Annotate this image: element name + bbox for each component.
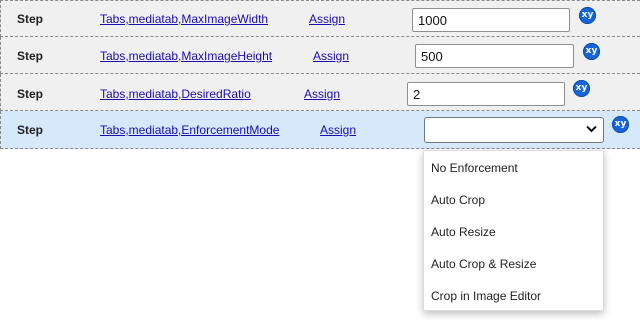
- step-label: Step: [17, 12, 44, 26]
- step-row: Step Tabs,mediatab,DesiredRatio Assign x…: [0, 74, 640, 111]
- step-label: Step: [17, 123, 44, 137]
- assign-link[interactable]: Assign: [320, 123, 356, 137]
- xy-variable-icon[interactable]: xy: [573, 80, 590, 97]
- value-input[interactable]: [412, 8, 570, 32]
- step-row: Step Tabs,mediatab,MaxImageHeight Assign…: [0, 37, 640, 74]
- enforcement-mode-select[interactable]: [424, 117, 604, 143]
- xy-variable-icon[interactable]: xy: [612, 116, 629, 133]
- step-label: Step: [17, 49, 44, 63]
- step-row: Step Tabs,mediatab,MaxImageWidth Assign …: [0, 0, 640, 37]
- xy-variable-icon[interactable]: xy: [583, 43, 600, 60]
- assign-link[interactable]: Assign: [309, 12, 345, 26]
- property-path-link[interactable]: Tabs,mediatab,EnforcementMode: [100, 123, 279, 137]
- property-path-link[interactable]: Tabs,mediatab,MaxImageWidth: [100, 12, 268, 26]
- value-input[interactable]: [407, 82, 565, 106]
- value-input[interactable]: [415, 44, 574, 68]
- xy-variable-icon[interactable]: xy: [579, 7, 596, 24]
- chevron-down-icon: [586, 125, 597, 133]
- option-auto-resize[interactable]: Auto Resize: [431, 225, 496, 239]
- option-crop-in-image-editor[interactable]: Crop in Image Editor: [431, 289, 541, 303]
- option-no-enforcement[interactable]: No Enforcement: [431, 161, 518, 175]
- step-list: Step Tabs,mediatab,MaxImageWidth Assign …: [0, 0, 640, 149]
- step-row-active: Step Tabs,mediatab,EnforcementMode Assig…: [0, 111, 640, 149]
- assign-link[interactable]: Assign: [304, 87, 340, 101]
- assign-link[interactable]: Assign: [313, 49, 349, 63]
- option-auto-crop[interactable]: Auto Crop: [431, 193, 485, 207]
- property-path-link[interactable]: Tabs,mediatab,MaxImageHeight: [100, 49, 272, 63]
- enforcement-mode-dropdown: No Enforcement Auto Crop Auto Resize Aut…: [423, 150, 604, 311]
- step-label: Step: [17, 87, 44, 101]
- option-auto-crop-resize[interactable]: Auto Crop & Resize: [431, 257, 536, 271]
- property-path-link[interactable]: Tabs,mediatab,DesiredRatio: [100, 87, 251, 101]
